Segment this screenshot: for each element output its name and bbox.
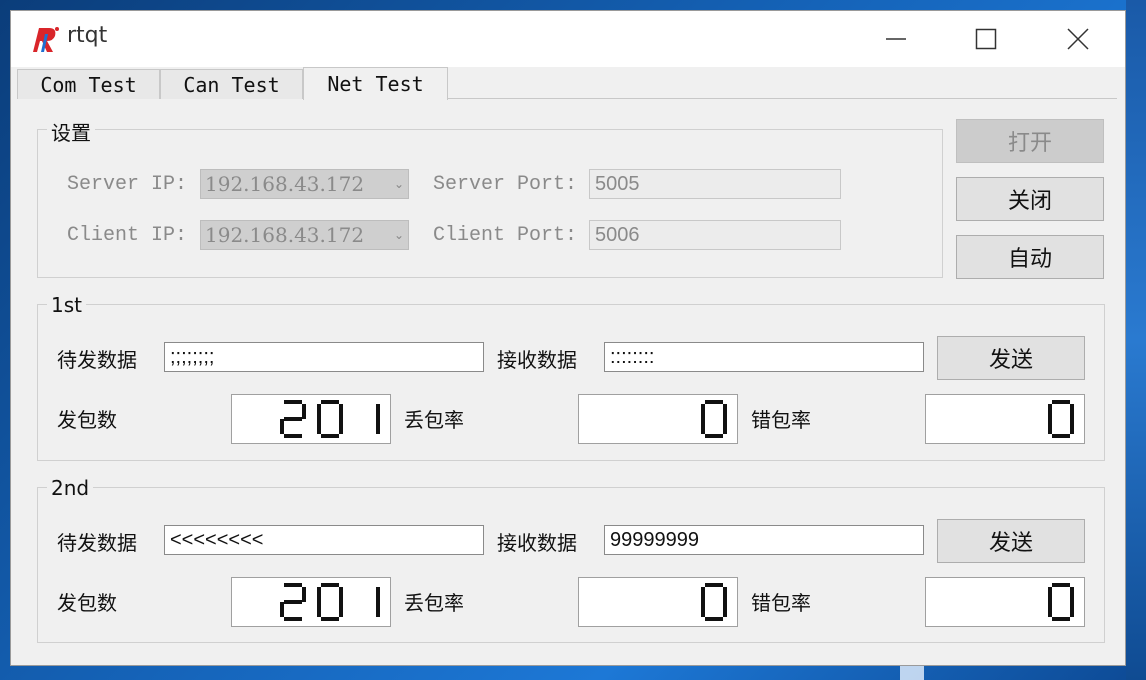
title-bar[interactable]: rtqt [11,11,1125,67]
error-rate-label: 错包率 [751,591,811,615]
error-rate-lcd-2 [925,577,1085,627]
error-rate-label: 错包率 [751,408,811,432]
group-1st-title: 1st [47,293,86,317]
server-port-label: Server Port: [433,173,578,196]
recv-data-field-1[interactable]: :::::::: [604,342,924,372]
tab-com-test[interactable]: Com Test [17,69,160,99]
send-button-2[interactable]: 发送 [937,519,1085,563]
lcd-digit [317,400,343,438]
send-button-1[interactable]: 发送 [937,336,1085,380]
client-ip-combo[interactable]: 192.168.43.172 ⌄ [200,220,409,250]
client-port-field[interactable]: 5006 [589,220,841,250]
tab-net-test[interactable]: Net Test [303,67,448,100]
chevron-down-icon: ⌄ [393,228,404,242]
window-title: rtqt [67,23,108,48]
app-logo-icon [33,27,59,52]
lcd-digits [701,400,727,438]
app-window: rtqt Com Test Can Test Net Test 设置 Serve… [10,10,1126,666]
maximize-button[interactable] [941,11,1031,67]
server-ip-combo[interactable]: 192.168.43.172 ⌄ [200,169,409,199]
tab-bar: Com Test Can Test Net Test [17,67,1117,100]
client-port-label: Client Port: [433,224,578,247]
desktop-highlight [900,664,924,680]
minimize-icon [886,38,906,40]
lcd-digit [376,587,380,617]
lcd-digit [701,583,727,621]
lcd-digits [701,583,727,621]
lcd-digits [1048,583,1074,621]
client-ip-label: Client IP: [67,224,188,247]
close-connection-button[interactable]: 关闭 [956,177,1104,221]
minimize-button[interactable] [851,11,941,67]
tab-can-test[interactable]: Can Test [160,69,303,99]
server-ip-label: Server IP: [67,173,188,196]
loss-rate-lcd-1 [578,394,738,444]
lcd-digit [701,400,727,438]
packets-sent-lcd-1 [231,394,391,444]
desktop-background [1126,0,1146,680]
close-button[interactable] [1033,11,1123,67]
open-button[interactable]: 打开 [956,119,1104,163]
lcd-digit [376,404,380,434]
settings-group-title: 设置 [47,117,95,146]
maximize-icon [975,28,997,50]
send-data-input-2[interactable]: <<<<<<<< [164,525,484,555]
lcd-digits [280,400,380,438]
recv-data-label: 接收数据 [497,531,577,555]
recv-data-label: 接收数据 [497,348,577,372]
close-icon [1067,28,1089,50]
server-port-field[interactable]: 5005 [589,169,841,199]
loss-rate-lcd-2 [578,577,738,627]
lcd-digit [1048,583,1074,621]
settings-group [37,129,943,278]
send-data-input-1[interactable]: ;;;;;;;; [164,342,484,372]
lcd-digit [1048,400,1074,438]
lcd-digit [280,583,306,621]
error-rate-lcd-1 [925,394,1085,444]
server-ip-value: 192.168.43.172 [205,172,365,196]
lcd-digit [317,583,343,621]
chevron-down-icon: ⌄ [393,177,404,191]
client-ip-value: 192.168.43.172 [205,223,365,247]
lcd-digits [280,583,380,621]
send-data-label: 待发数据 [57,531,137,555]
packets-sent-label: 发包数 [57,408,117,432]
recv-data-field-2[interactable]: 99999999 [604,525,924,555]
loss-rate-label: 丢包率 [404,591,464,615]
auto-button[interactable]: 自动 [956,235,1104,279]
packets-sent-lcd-2 [231,577,391,627]
send-data-label: 待发数据 [57,348,137,372]
lcd-digit [280,400,306,438]
group-2nd-title: 2nd [47,476,94,500]
lcd-digits [1048,400,1074,438]
packets-sent-label: 发包数 [57,591,117,615]
loss-rate-label: 丢包率 [404,408,464,432]
